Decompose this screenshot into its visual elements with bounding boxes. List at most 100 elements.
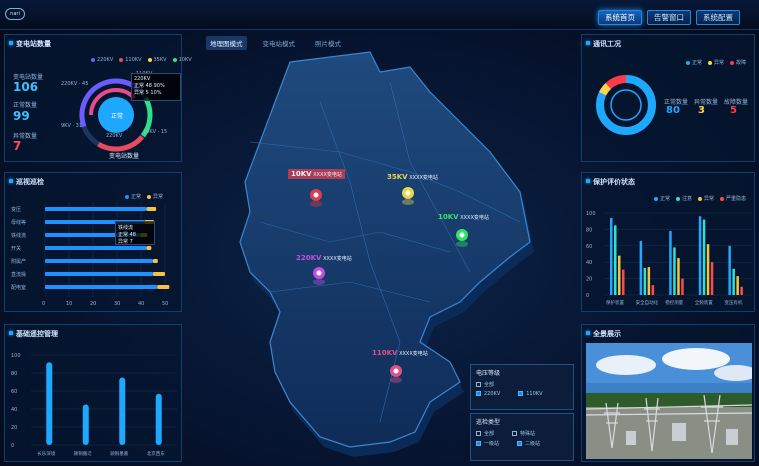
tooltip-title: 铁线流: [118, 225, 134, 231]
checkbox[interactable]: [476, 441, 481, 446]
bar-tooltip: 铁线流 正常 48 异常 7: [115, 221, 155, 245]
x-tick-label: 0: [42, 301, 45, 307]
filter-option-level2[interactable]: 二级站: [517, 440, 540, 447]
bar-abnormal: [146, 246, 152, 250]
x-tick-label: 颍铜墨葛: [110, 450, 128, 457]
legend-label: 10KV: [178, 57, 192, 63]
filter-option-label: 全部: [484, 382, 495, 388]
checkbox[interactable]: [512, 431, 518, 436]
filter-title: 电压等级: [476, 370, 501, 377]
x-tick-label: 40: [138, 301, 144, 307]
marker-pin[interactable]: [390, 365, 402, 383]
ring-label: 220KV: [106, 133, 123, 139]
filter-option-220kv[interactable]: 220KV: [476, 391, 500, 397]
filter-option-all[interactable]: 全部: [476, 381, 494, 388]
y-tick-label: 0: [11, 443, 14, 449]
legend-dot: [125, 194, 129, 199]
ring-caption: 变电站数量: [109, 153, 140, 160]
y-tick-label: 变压: [11, 206, 21, 213]
x-tick-label: 保护装置: [606, 299, 624, 306]
dashboard: nari 系统首页 告警窗口 系统配置 变电站数量 220KV 110KV 35…: [0, 0, 759, 466]
marker-pin[interactable]: [313, 267, 325, 285]
ring-label: 10KV · 15: [143, 129, 167, 135]
tooltip-key: 异常: [118, 239, 129, 245]
bar: [677, 258, 680, 295]
filter-option-level1[interactable]: 一级站: [476, 440, 499, 447]
marker-level: 10KV: [291, 170, 312, 178]
home-button[interactable]: 系统首页: [598, 10, 642, 25]
bar: [155, 393, 162, 445]
y-tick-label: 100: [11, 353, 21, 359]
checkbox[interactable]: [517, 441, 523, 446]
voltage-filter: 电压等级 全部 220KV 110KV: [470, 364, 574, 410]
comm-donut: [596, 75, 656, 135]
remote-control-panel: 基础遥控管理 100 80 60 40 20 0 长乐深境 颍铜搬迁 颍铜墨葛 北京西东: [4, 324, 182, 462]
checkbox[interactable]: [518, 391, 524, 396]
donut-inner-ring: [610, 89, 642, 121]
y-tick-label: 100: [586, 211, 596, 217]
panel-title: 全景展示: [586, 329, 621, 339]
x-tick-label: 变压有机: [724, 299, 742, 306]
stat-value: 106: [13, 80, 39, 94]
x-tick-label: 30: [114, 301, 120, 307]
bar: [736, 276, 739, 295]
ring-center-label: 正常: [111, 112, 123, 120]
bar-abnormal: [153, 259, 158, 263]
system-config-button[interactable]: 系统配置: [696, 10, 740, 25]
tooltip-pct: 10%: [150, 90, 162, 96]
protection-bar-chart: 100 80 60 40 20 0 保护装置 安全自动化 稳控测量 全频装置 变压有机: [586, 211, 752, 306]
legend-dot: [172, 58, 177, 62]
marker-name: XXXX变电站: [323, 256, 352, 262]
bar-abnormal: [157, 285, 170, 289]
marker-label: 10KV XXXX变电站: [438, 213, 489, 221]
tooltip-key: 异常: [134, 90, 145, 96]
filter-option-label: 110KV: [526, 391, 543, 397]
y-tick-label: 20: [586, 277, 592, 283]
marker-pin[interactable]: [456, 229, 468, 247]
y-tick-label: 铁线流: [11, 232, 26, 239]
bar: [119, 377, 126, 445]
x-tick-label: 50: [162, 301, 168, 307]
top-header: nari 系统首页 告警窗口 系统配置: [0, 0, 759, 30]
x-tick-label: 10: [66, 301, 72, 307]
filter-option-all[interactable]: 全部: [476, 430, 494, 437]
ring-label: 220KV · 45: [61, 81, 88, 87]
y-tick-label: 40: [586, 260, 592, 266]
y-tick-label: 配电室: [11, 284, 26, 291]
checkbox[interactable]: [476, 382, 481, 387]
filter-title: 巡检类型: [476, 419, 501, 426]
panel-title: 基础遥控管理: [9, 329, 58, 339]
bar: [82, 404, 89, 445]
tooltip-value: 7: [129, 239, 133, 245]
legend-label: 35KV: [153, 57, 167, 63]
y-tick-label: 开关: [11, 245, 21, 252]
x-tick-label: 安全自动化: [636, 299, 659, 306]
inspection-type-filter: 巡检类型 全部 特殊站 一级站 二级站: [470, 413, 574, 461]
protection-legend: 正常 注意 异常 严重隐患: [654, 195, 746, 202]
remote-control-bar-chart: 100 80 60 40 20 0 长乐深境 颍铜搬迁 颍铜墨葛 北京西东: [11, 353, 177, 457]
legend-dot: [686, 60, 690, 65]
legend-dot: [720, 196, 725, 201]
bar: [618, 255, 621, 295]
marker-label: 110KV XXXX变电站: [372, 349, 428, 357]
marker-level: 110KV: [372, 349, 398, 357]
legend-label: 严重隐患: [726, 196, 747, 202]
marker-pin[interactable]: [310, 189, 322, 207]
filter-option-110kv[interactable]: 110KV: [518, 391, 543, 397]
bar: [706, 244, 710, 295]
alarm-window-button[interactable]: 告警窗口: [647, 10, 691, 25]
checkbox[interactable]: [476, 391, 481, 396]
legend-label: 220KV: [97, 57, 114, 63]
bar-normal: [45, 259, 153, 263]
checkbox[interactable]: [476, 431, 481, 436]
bar: [681, 278, 684, 295]
marker-level: 10KV: [438, 213, 459, 221]
bar: [610, 217, 613, 295]
stat-value: 5: [730, 105, 737, 116]
substation-count-panel: 变电站数量 220KV 110KV 35KV 10KV 变电站数量 106 正常…: [4, 34, 192, 162]
marker-pin[interactable]: [402, 187, 414, 205]
substation-photo[interactable]: [586, 343, 752, 459]
marker-label: 10KV XXXX变电站: [288, 169, 345, 179]
filter-option-special[interactable]: 特殊站: [512, 430, 535, 437]
legend-dot: [119, 58, 124, 62]
